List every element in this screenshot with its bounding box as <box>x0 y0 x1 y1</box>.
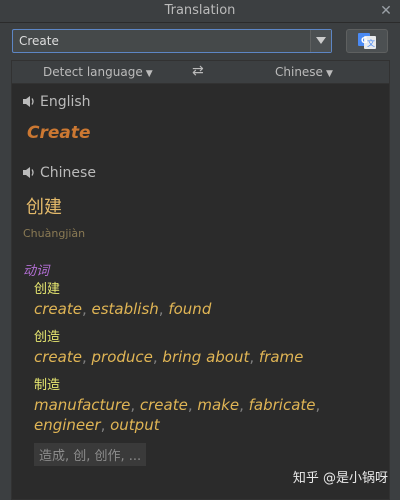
search-row: G 文 <box>12 29 388 53</box>
language-bar: Detect language ▼ ⇄ Chinese ▼ <box>12 61 389 84</box>
dictionary-entry: 创造 create, produce, bring about, frame <box>34 329 354 367</box>
entry-term: 创造 <box>34 330 61 345</box>
target-language-label: Chinese <box>275 65 323 79</box>
more-translations[interactable]: 造成, 创, 创作, ... <box>34 443 147 466</box>
meaning[interactable]: frame <box>259 348 303 366</box>
dropdown-button[interactable] <box>310 30 331 52</box>
speaker-icon[interactable] <box>22 95 36 112</box>
meaning[interactable]: fabricate <box>249 396 316 414</box>
target-language-select[interactable]: Chinese ▼ <box>275 65 333 79</box>
entry-meanings: create, establish, found <box>34 300 212 318</box>
target-language-heading: Chinese <box>22 165 96 183</box>
pinyin: Chuàngjiàn <box>23 227 86 240</box>
title-bar: Translation ✕ <box>0 0 400 23</box>
part-of-speech: 动词 <box>23 264 50 279</box>
entry-term: 创建 <box>34 282 61 297</box>
target-language-name: Chinese <box>40 165 96 181</box>
meaning[interactable]: create <box>34 300 82 318</box>
dictionary-entry: 创建 create, establish, found <box>34 281 354 319</box>
meaning[interactable]: create <box>140 396 188 414</box>
entry-meanings: create, produce, bring about, frame <box>34 348 304 366</box>
entry-meanings: manufacture, create, make, fabricate, eng… <box>34 396 321 434</box>
caret-down-icon: ▼ <box>325 69 333 79</box>
dictionary-entry: 制造 manufacture, create, make, fabricate,… <box>34 377 354 435</box>
source-language-label: Detect language <box>43 65 143 79</box>
meaning[interactable]: bring about <box>162 348 249 366</box>
search-input[interactable] <box>19 32 305 50</box>
source-language-select[interactable]: Detect language ▼ <box>43 65 153 79</box>
meaning[interactable]: output <box>110 416 159 434</box>
swap-languages-icon[interactable]: ⇄ <box>192 63 204 79</box>
meaning[interactable]: found <box>168 300 211 318</box>
translation-panel: Detect language ▼ ⇄ Chinese ▼ English Crea… <box>11 60 390 500</box>
meaning[interactable]: create <box>34 348 82 366</box>
meaning[interactable]: make <box>197 396 239 414</box>
translated-word: 创建 <box>26 197 62 218</box>
entry-term: 制造 <box>34 378 61 393</box>
source-word: Create <box>27 123 91 143</box>
search-combo[interactable] <box>12 29 332 53</box>
translate-button[interactable]: G 文 <box>346 29 388 53</box>
speaker-icon[interactable] <box>22 166 36 183</box>
caret-down-icon: ▼ <box>145 69 153 79</box>
svg-text:文: 文 <box>367 38 375 48</box>
meaning[interactable]: engineer <box>34 416 101 434</box>
chevron-down-icon <box>316 37 326 44</box>
translate-icon: G 文 <box>358 33 376 49</box>
source-language-heading: English <box>22 94 91 112</box>
close-icon[interactable]: ✕ <box>378 3 394 19</box>
meaning[interactable]: produce <box>92 348 153 366</box>
window-title: Translation <box>164 3 236 18</box>
meaning[interactable]: manufacture <box>34 396 130 414</box>
watermark: 知乎 @是小锅呀 <box>292 471 388 486</box>
meaning[interactable]: establish <box>92 300 159 318</box>
source-language-name: English <box>40 94 91 110</box>
